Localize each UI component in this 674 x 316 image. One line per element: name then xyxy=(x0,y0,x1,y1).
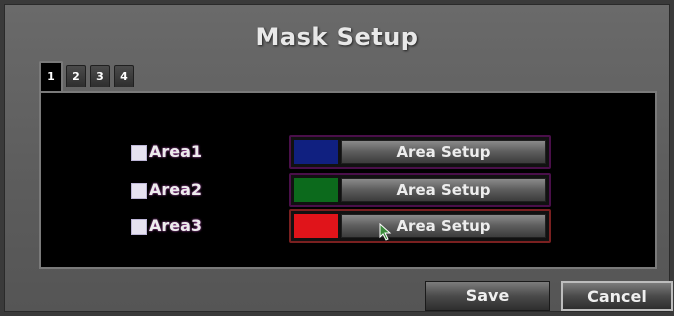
area2-color-swatch xyxy=(294,178,338,202)
tab-2[interactable]: 2 xyxy=(66,65,86,87)
area2-checkbox[interactable] xyxy=(131,183,147,199)
area2-label: Area2 xyxy=(149,180,203,199)
area1-setup-group: Area Setup xyxy=(289,135,551,169)
tab-3[interactable]: 3 xyxy=(90,65,110,87)
cancel-button[interactable]: Cancel xyxy=(561,281,673,311)
area2-setup-button[interactable]: Area Setup xyxy=(341,178,546,202)
mouse-pointer-icon xyxy=(379,223,392,241)
area1-setup-button[interactable]: Area Setup xyxy=(341,140,546,164)
area3-color-swatch xyxy=(294,214,338,238)
area-row-2: Area2 Area Setup xyxy=(41,173,655,209)
tab-panel: Area1 Area Setup Area2 Area Setup Area3 … xyxy=(39,91,657,269)
area-row-1: Area1 Area Setup xyxy=(41,135,655,171)
tab-4[interactable]: 4 xyxy=(114,65,134,87)
area1-label: Area1 xyxy=(149,142,203,161)
save-button[interactable]: Save xyxy=(425,281,550,311)
area3-setup-button[interactable]: Area Setup xyxy=(341,214,546,238)
dialog-title: Mask Setup xyxy=(255,23,419,51)
area1-color-swatch xyxy=(294,140,338,164)
area-row-3: Area3 Area Setup xyxy=(41,209,655,245)
mask-setup-dialog: Mask Setup 1 2 3 4 Area1 Area Setup Area… xyxy=(4,4,673,312)
area3-checkbox[interactable] xyxy=(131,219,147,235)
area2-setup-group: Area Setup xyxy=(289,173,551,207)
tab-1[interactable]: 1 xyxy=(39,61,63,91)
area3-label: Area3 xyxy=(149,216,203,235)
area3-setup-group: Area Setup xyxy=(289,209,551,243)
area1-checkbox[interactable] xyxy=(131,145,147,161)
